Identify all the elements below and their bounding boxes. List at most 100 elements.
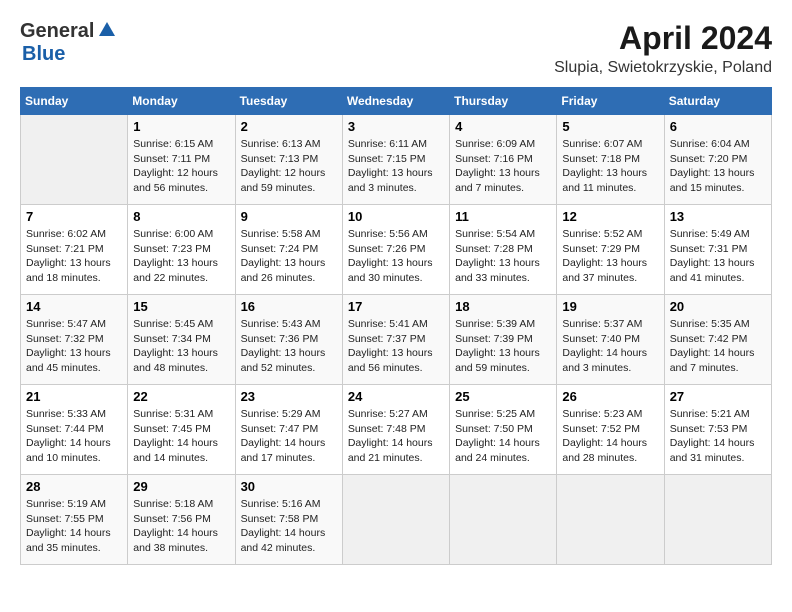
day-info: Sunrise: 5:35 AM Sunset: 7:42 PM Dayligh… (670, 317, 766, 376)
calendar-cell: 13 Sunrise: 5:49 AM Sunset: 7:31 PM Dayli… (664, 205, 771, 295)
day-info: Sunrise: 5:19 AM Sunset: 7:55 PM Dayligh… (26, 497, 122, 556)
calendar-cell: 2 Sunrise: 6:13 AM Sunset: 7:13 PM Daylig… (235, 115, 342, 205)
logo-triangle-icon (99, 22, 115, 41)
day-info: Sunrise: 5:49 AM Sunset: 7:31 PM Dayligh… (670, 227, 766, 286)
calendar-cell (664, 475, 771, 565)
day-info: Sunrise: 5:29 AM Sunset: 7:47 PM Dayligh… (241, 407, 337, 466)
day-info: Sunrise: 5:16 AM Sunset: 7:58 PM Dayligh… (241, 497, 337, 556)
day-info: Sunrise: 5:47 AM Sunset: 7:32 PM Dayligh… (26, 317, 122, 376)
day-number: 24 (348, 389, 444, 404)
calendar-week-row: 21 Sunrise: 5:33 AM Sunset: 7:44 PM Dayli… (21, 385, 772, 475)
day-info: Sunrise: 5:27 AM Sunset: 7:48 PM Dayligh… (348, 407, 444, 466)
page-header: General Blue April 2024 Slupia, Swietokr… (20, 20, 772, 77)
day-number: 14 (26, 299, 122, 314)
day-number: 9 (241, 209, 337, 224)
calendar-week-row: 14 Sunrise: 5:47 AM Sunset: 7:32 PM Dayli… (21, 295, 772, 385)
day-number: 1 (133, 119, 229, 134)
day-number: 23 (241, 389, 337, 404)
calendar-cell: 29 Sunrise: 5:18 AM Sunset: 7:56 PM Dayli… (128, 475, 235, 565)
day-number: 12 (562, 209, 658, 224)
calendar-cell: 12 Sunrise: 5:52 AM Sunset: 7:29 PM Dayli… (557, 205, 664, 295)
weekday-header-wednesday: Wednesday (342, 88, 449, 115)
day-info: Sunrise: 6:11 AM Sunset: 7:15 PM Dayligh… (348, 137, 444, 196)
calendar-cell: 27Sunrise: 5:21 AM Sunset: 7:53 PM Dayli… (664, 385, 771, 475)
calendar-cell: 18 Sunrise: 5:39 AM Sunset: 7:39 PM Dayli… (450, 295, 557, 385)
day-info: Sunrise: 6:13 AM Sunset: 7:13 PM Dayligh… (241, 137, 337, 196)
day-info: Sunrise: 5:31 AM Sunset: 7:45 PM Dayligh… (133, 407, 229, 466)
calendar-cell: 1 Sunrise: 6:15 AM Sunset: 7:11 PM Daylig… (128, 115, 235, 205)
day-number: 2 (241, 119, 337, 134)
calendar-cell: 21 Sunrise: 5:33 AM Sunset: 7:44 PM Dayli… (21, 385, 128, 475)
calendar-cell: 23 Sunrise: 5:29 AM Sunset: 7:47 PM Dayli… (235, 385, 342, 475)
day-number: 20 (670, 299, 766, 314)
calendar-cell: 20 Sunrise: 5:35 AM Sunset: 7:42 PM Dayli… (664, 295, 771, 385)
title-area: April 2024 Slupia, Swietokrzyskie, Polan… (554, 20, 772, 77)
logo-text-general: General (20, 20, 94, 43)
day-number: 13 (670, 209, 766, 224)
day-info: Sunrise: 6:04 AM Sunset: 7:20 PM Dayligh… (670, 137, 766, 196)
calendar-cell: 3 Sunrise: 6:11 AM Sunset: 7:15 PM Daylig… (342, 115, 449, 205)
day-number: 18 (455, 299, 551, 314)
weekday-header-row: SundayMondayTuesdayWednesdayThursdayFrid… (21, 88, 772, 115)
day-info: Sunrise: 5:56 AM Sunset: 7:26 PM Dayligh… (348, 227, 444, 286)
day-number: 17 (348, 299, 444, 314)
calendar-cell: 16 Sunrise: 5:43 AM Sunset: 7:36 PM Dayli… (235, 295, 342, 385)
day-number: 28 (26, 479, 122, 494)
day-number: 30 (241, 479, 337, 494)
day-number: 4 (455, 119, 551, 134)
calendar-cell: 8 Sunrise: 6:00 AM Sunset: 7:23 PM Daylig… (128, 205, 235, 295)
day-number: 10 (348, 209, 444, 224)
calendar-cell: 6 Sunrise: 6:04 AM Sunset: 7:20 PM Daylig… (664, 115, 771, 205)
calendar-cell: 9 Sunrise: 5:58 AM Sunset: 7:24 PM Daylig… (235, 205, 342, 295)
weekday-header-saturday: Saturday (664, 88, 771, 115)
weekday-header-monday: Monday (128, 88, 235, 115)
day-number: 3 (348, 119, 444, 134)
day-number: 19 (562, 299, 658, 314)
calendar-cell: 14 Sunrise: 5:47 AM Sunset: 7:32 PM Dayli… (21, 295, 128, 385)
calendar-cell: 4 Sunrise: 6:09 AM Sunset: 7:16 PM Daylig… (450, 115, 557, 205)
calendar-cell (342, 475, 449, 565)
day-info: Sunrise: 5:39 AM Sunset: 7:39 PM Dayligh… (455, 317, 551, 376)
day-number: 21 (26, 389, 122, 404)
day-number: 25 (455, 389, 551, 404)
calendar-cell (557, 475, 664, 565)
day-info: Sunrise: 5:58 AM Sunset: 7:24 PM Dayligh… (241, 227, 337, 286)
day-info: Sunrise: 5:21 AM Sunset: 7:53 PM Dayligh… (670, 407, 766, 466)
day-number: 15 (133, 299, 229, 314)
calendar-cell: 22 Sunrise: 5:31 AM Sunset: 7:45 PM Dayli… (128, 385, 235, 475)
day-info: Sunrise: 5:25 AM Sunset: 7:50 PM Dayligh… (455, 407, 551, 466)
day-number: 26 (562, 389, 658, 404)
calendar-cell: 24 Sunrise: 5:27 AM Sunset: 7:48 PM Dayli… (342, 385, 449, 475)
calendar-cell: 19 Sunrise: 5:37 AM Sunset: 7:40 PM Dayli… (557, 295, 664, 385)
day-info: Sunrise: 6:15 AM Sunset: 7:11 PM Dayligh… (133, 137, 229, 196)
weekday-header-thursday: Thursday (450, 88, 557, 115)
calendar-cell: 25 Sunrise: 5:25 AM Sunset: 7:50 PM Dayli… (450, 385, 557, 475)
day-info: Sunrise: 5:37 AM Sunset: 7:40 PM Dayligh… (562, 317, 658, 376)
day-info: Sunrise: 5:18 AM Sunset: 7:56 PM Dayligh… (133, 497, 229, 556)
calendar-cell (21, 115, 128, 205)
day-number: 6 (670, 119, 766, 134)
logo-text-blue: Blue (22, 43, 65, 65)
calendar-week-row: 1 Sunrise: 6:15 AM Sunset: 7:11 PM Daylig… (21, 115, 772, 205)
calendar-cell: 17 Sunrise: 5:41 AM Sunset: 7:37 PM Dayli… (342, 295, 449, 385)
calendar-cell: 11Sunrise: 5:54 AM Sunset: 7:28 PM Dayli… (450, 205, 557, 295)
day-number: 16 (241, 299, 337, 314)
day-number: 29 (133, 479, 229, 494)
day-info: Sunrise: 6:02 AM Sunset: 7:21 PM Dayligh… (26, 227, 122, 286)
day-info: Sunrise: 5:52 AM Sunset: 7:29 PM Dayligh… (562, 227, 658, 286)
day-number: 22 (133, 389, 229, 404)
calendar-cell: 15Sunrise: 5:45 AM Sunset: 7:34 PM Dayli… (128, 295, 235, 385)
weekday-header-tuesday: Tuesday (235, 88, 342, 115)
calendar-cell: 26 Sunrise: 5:23 AM Sunset: 7:52 PM Dayli… (557, 385, 664, 475)
day-info: Sunrise: 6:09 AM Sunset: 7:16 PM Dayligh… (455, 137, 551, 196)
day-info: Sunrise: 5:23 AM Sunset: 7:52 PM Dayligh… (562, 407, 658, 466)
weekday-header-sunday: Sunday (21, 88, 128, 115)
calendar-cell: 28 Sunrise: 5:19 AM Sunset: 7:55 PM Dayli… (21, 475, 128, 565)
day-info: Sunrise: 5:33 AM Sunset: 7:44 PM Dayligh… (26, 407, 122, 466)
day-number: 5 (562, 119, 658, 134)
day-info: Sunrise: 6:00 AM Sunset: 7:23 PM Dayligh… (133, 227, 229, 286)
day-info: Sunrise: 5:43 AM Sunset: 7:36 PM Dayligh… (241, 317, 337, 376)
day-info: Sunrise: 5:54 AM Sunset: 7:28 PM Dayligh… (455, 227, 551, 286)
day-number: 8 (133, 209, 229, 224)
day-info: Sunrise: 5:41 AM Sunset: 7:37 PM Dayligh… (348, 317, 444, 376)
